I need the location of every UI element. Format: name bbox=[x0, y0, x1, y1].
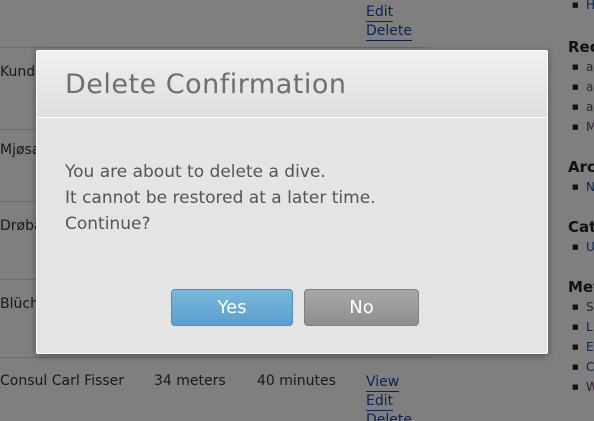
delete-confirmation-dialog: Delete Confirmation You are about to del… bbox=[36, 50, 548, 354]
yes-button[interactable]: Yes bbox=[171, 289, 293, 326]
no-button[interactable]: No bbox=[304, 289, 419, 326]
dialog-message-line: It cannot be restored at a later time. bbox=[65, 188, 376, 208]
dialog-body: You are about to delete a dive. It canno… bbox=[65, 159, 525, 237]
dialog-title: Delete Confirmation bbox=[65, 69, 347, 100]
dialog-message-line: You are about to delete a dive. bbox=[65, 162, 326, 182]
dialog-message-line: Continue? bbox=[65, 214, 151, 234]
dialog-header: Delete Confirmation bbox=[37, 51, 547, 118]
